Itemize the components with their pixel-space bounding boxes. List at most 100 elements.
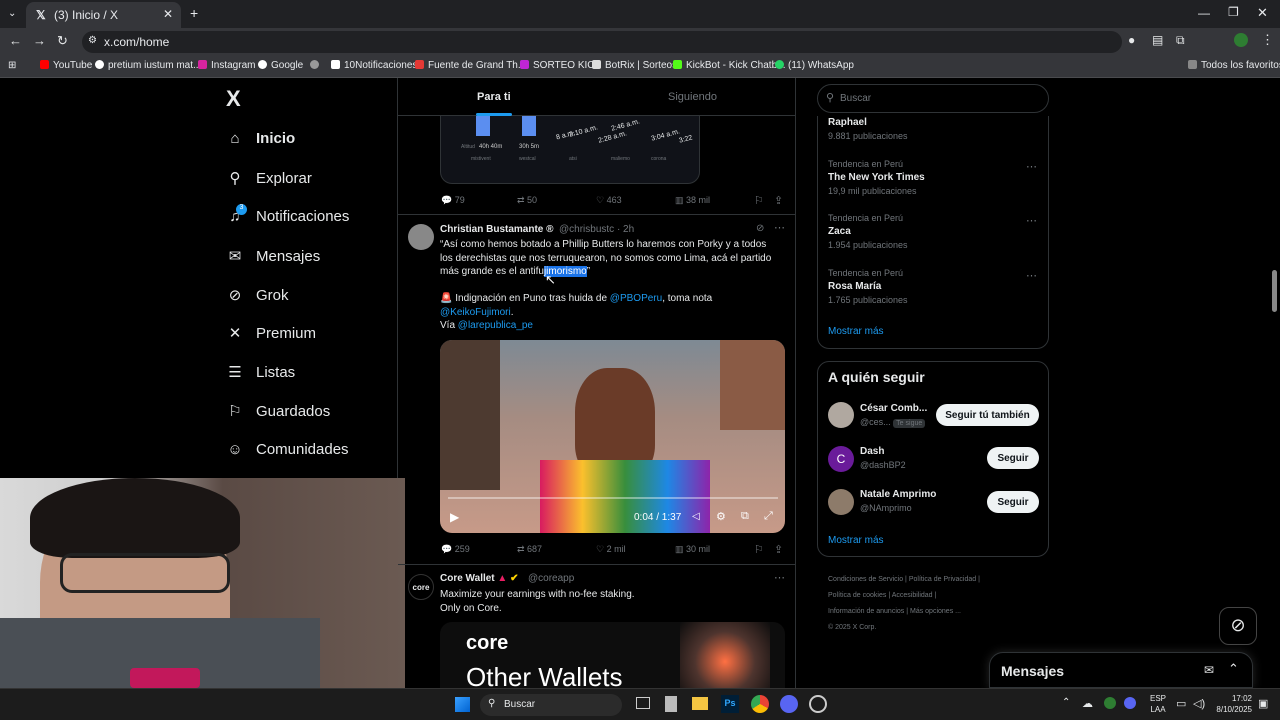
notification-icon[interactable]: ▣ (1258, 697, 1268, 710)
footer-link[interactable]: Accesibilidad (892, 592, 933, 599)
forward-icon[interactable]: → (33, 33, 46, 48)
follow-button[interactable]: Seguir (987, 491, 1039, 513)
bookmark-kickbot[interactable]: KickBot - Kick Chatb... (673, 60, 785, 71)
minimize-button[interactable]: — (1198, 6, 1210, 20)
bookmark-whatsapp[interactable]: (11) WhatsApp (775, 60, 854, 71)
nav-premium[interactable]: ✕ Premium (226, 324, 316, 342)
follow-name[interactable]: César Comb... (860, 403, 927, 414)
trend-item[interactable]: Tendencia en Perú Rosa María 1.765 publi… (828, 268, 908, 305)
bookmark-fuente[interactable]: Fuente de Grand Th... (415, 60, 526, 71)
trend-item[interactable]: Raphael 9.881 publicaciones (828, 117, 908, 141)
app-icon-2[interactable] (809, 695, 827, 713)
follow-name[interactable]: Dash (860, 446, 884, 457)
close-window-button[interactable]: ✕ (1257, 5, 1268, 21)
mention-link[interactable]: @larepublica_pe (458, 320, 533, 331)
avatar[interactable] (408, 224, 434, 250)
trend-item[interactable]: Tendencia en Perú Zaca 1.954 publicacion… (828, 213, 908, 250)
bookmark-instagram[interactable]: Instagram (198, 60, 255, 71)
chrome-icon[interactable] (751, 695, 769, 713)
app-icon[interactable] (665, 696, 677, 712)
tweet-video[interactable]: ▶ 0:04 / 1:37 ◁ ⚙ ⧉ ⤢ (440, 340, 785, 533)
bookmark-globe[interactable] (310, 60, 323, 71)
profile-avatar[interactable] (1234, 33, 1248, 47)
follow-button[interactable]: Seguir (987, 447, 1039, 469)
bookmark-button[interactable]: ⚐ (754, 194, 764, 207)
more-icon[interactable]: ⋯ (774, 571, 785, 584)
file-explorer-icon[interactable] (692, 697, 708, 710)
nav-guardados[interactable]: ⚐ Guardados (226, 402, 330, 420)
start-icon[interactable] (455, 697, 470, 712)
tweet-author-name[interactable]: Christian Bustamante ® (440, 224, 554, 235)
mention-link[interactable]: @PBOPeru (610, 293, 662, 304)
browser-tab[interactable]: 𝕏 (3) Inicio / X ✕ (26, 2, 181, 28)
footer-link[interactable]: Política de cookies (828, 592, 886, 599)
messages-drawer[interactable]: Mensajes ✉ ⌃ (989, 652, 1253, 688)
tab-list-button[interactable]: ⌄ (8, 8, 16, 19)
grok-float-button[interactable]: ⊘ (1219, 607, 1257, 645)
search-input[interactable]: ⚲ Buscar (817, 84, 1049, 113)
views-button[interactable]: ▥ 38 mil (675, 195, 710, 206)
bookmark-google[interactable]: Google (258, 60, 303, 71)
follow-back-button[interactable]: Seguir tú también (936, 404, 1039, 426)
language-indicator[interactable]: ESP LAA (1150, 693, 1166, 715)
chevron-up-icon[interactable]: ⌃ (1062, 697, 1070, 708)
avatar[interactable] (828, 489, 854, 515)
reply-button[interactable]: 💬 79 (441, 195, 465, 206)
extension-icon-2[interactable]: ▤ (1152, 33, 1163, 47)
bookmark-pretium[interactable]: pretium iustum mat... (95, 60, 201, 71)
nav-comunidades[interactable]: ☺ Comunidades (226, 441, 348, 458)
back-icon[interactable]: ← (9, 33, 22, 48)
share-button[interactable]: ⇪ (774, 543, 783, 556)
volume-icon[interactable]: ◁) (1193, 697, 1205, 710)
share-button[interactable]: ⇪ (774, 194, 783, 207)
tab-para-ti[interactable]: Para ti (477, 91, 511, 103)
fullscreen-icon[interactable]: ⤢ (764, 510, 773, 523)
tweet-handle[interactable]: @chrisbustc · 2h (559, 224, 634, 235)
taskbar-search[interactable]: ⚲ Buscar (480, 694, 622, 716)
footer-link[interactable]: Información de anuncios (828, 608, 904, 615)
pip-icon[interactable]: ⧉ (741, 510, 749, 523)
apps-icon[interactable]: ⊞ (8, 60, 16, 71)
nav-explorar[interactable]: ⚲ Explorar (226, 169, 312, 187)
extension-icon[interactable]: ● (1128, 33, 1135, 47)
onedrive-icon[interactable]: ☁ (1082, 697, 1093, 710)
more-icon[interactable]: ⋯ (774, 221, 785, 234)
bookmark-sorteo-kick[interactable]: SORTEO KICK (520, 60, 601, 71)
site-info-icon[interactable]: ⚙ (88, 35, 97, 46)
address-bar[interactable]: ⚙ x.com/home (82, 31, 1122, 53)
tweet-author-name[interactable]: Core Wallet ▲ ✔ (440, 573, 519, 584)
bookmark-10notificaciones[interactable]: 10Notificaciones (331, 60, 417, 71)
avatar[interactable] (828, 402, 854, 428)
tab-siguiendo[interactable]: Siguiendo (668, 91, 717, 103)
mention-link[interactable]: @KeikoFujimori (440, 307, 511, 318)
discord-icon[interactable] (780, 695, 798, 713)
bookmark-botrix[interactable]: BotRix | Sorteos (592, 60, 677, 71)
play-icon[interactable]: ▶ (450, 510, 459, 524)
x-logo[interactable]: X (226, 86, 241, 112)
network-icon[interactable]: ▭ (1176, 697, 1186, 710)
task-view-icon[interactable] (636, 697, 650, 709)
nav-listas[interactable]: ☰ Listas (226, 363, 295, 381)
nav-inicio[interactable]: ⌂ Inicio (226, 130, 295, 147)
views-button[interactable]: ▥ 30 mil (675, 544, 710, 555)
new-tab-button[interactable]: + (190, 5, 198, 21)
like-button[interactable]: ♡ 2 mil (596, 544, 626, 555)
footer-link[interactable]: Condiciones de Servicio (828, 576, 903, 583)
new-message-icon[interactable]: ✉ (1204, 663, 1214, 677)
more-icon[interactable]: ⋯ (1026, 214, 1037, 227)
retweet-button[interactable]: ⇄ 50 (517, 195, 537, 206)
footer-link[interactable]: Política de Privacidad (909, 576, 976, 583)
photoshop-icon[interactable]: Ps (721, 695, 739, 713)
bookmark-button[interactable]: ⚐ (754, 543, 764, 556)
volume-icon[interactable]: ◁ (692, 511, 700, 522)
discord-tray-icon[interactable] (1124, 697, 1136, 709)
more-icon[interactable]: ⋯ (1026, 269, 1037, 282)
tray-icon[interactable] (1104, 697, 1116, 709)
menu-icon[interactable]: ⋮ (1261, 32, 1274, 48)
avatar[interactable]: core (408, 574, 434, 600)
settings-icon[interactable]: ⚙ (716, 510, 726, 523)
all-bookmarks[interactable]: Todos los favoritos (1188, 60, 1280, 71)
puzzle-icon[interactable]: ⧉ (1176, 33, 1185, 48)
nav-grok[interactable]: ⊘ Grok (226, 286, 289, 304)
retweet-button[interactable]: ⇄ 687 (517, 544, 542, 555)
